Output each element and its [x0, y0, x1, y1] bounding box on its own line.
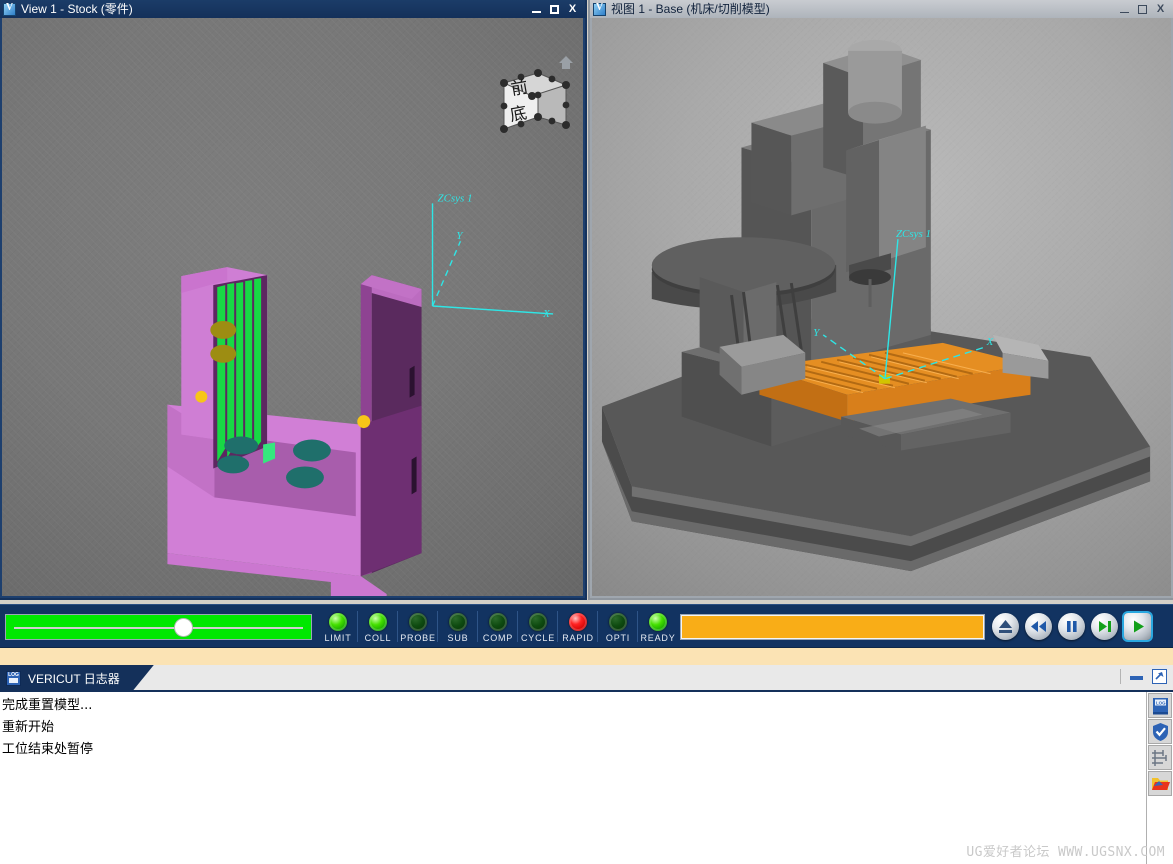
ready-label: READY: [640, 633, 676, 643]
log-book-icon: [6, 671, 21, 686]
sub-lamp-icon: [449, 613, 467, 631]
transport-controls: [992, 613, 1151, 640]
log-minimize-button[interactable]: [1130, 670, 1143, 683]
status-light-sub[interactable]: SUB: [437, 609, 478, 643]
window-buttons-stock: X: [531, 3, 583, 15]
titlebar-base[interactable]: 视图 1 - Base (机床/切削模型) X: [590, 0, 1173, 18]
log-button-separator: [1120, 669, 1121, 684]
tree-filter-button[interactable]: [1148, 745, 1172, 770]
status-light-rapid[interactable]: RAPID: [557, 609, 598, 643]
limit-label: LIMIT: [324, 633, 352, 643]
shield-check-icon: [1153, 723, 1168, 741]
status-light-cycle[interactable]: CYCLE: [517, 609, 558, 643]
coll-lamp-icon: [369, 613, 387, 631]
status-light-limit[interactable]: LIMIT: [318, 609, 358, 643]
log-tab[interactable]: VERICUT 日志器: [0, 665, 154, 692]
probe-lamp-icon: [409, 613, 427, 631]
csys-label-base: ZCsys 1: [896, 228, 931, 240]
ready-lamp-icon: [649, 613, 667, 631]
vericut-log-panel: VERICUT 日志器 完成重置模型... 重新开始 工位结束处暂停: [0, 665, 1173, 864]
reset-button[interactable]: [992, 613, 1019, 640]
stock-3d-scene: ZCsys 1 X Y: [167, 192, 554, 596]
limit-lamp-icon: [329, 613, 347, 631]
axis-x-label-base: X: [986, 336, 995, 348]
single-step-button[interactable]: [1091, 613, 1118, 640]
status-light-probe[interactable]: PROBE: [397, 609, 438, 643]
open-folder-button[interactable]: [1148, 771, 1172, 796]
log-side-toolbar: LOG: [1146, 692, 1173, 864]
log-tab-title: VERICUT 日志器: [28, 672, 120, 686]
view-window-stock[interactable]: View 1 - Stock (零件) X: [0, 0, 587, 600]
validation-shield-button[interactable]: [1148, 719, 1172, 744]
folder-open-icon: [1152, 778, 1170, 790]
log-book-icon: LOG: [1153, 698, 1168, 715]
axis-x-label-stock: X: [542, 308, 551, 320]
close-button-base[interactable]: X: [1155, 3, 1166, 15]
minimize-button-stock[interactable]: [531, 4, 542, 15]
machine-3d-scene: ZCsys 1 X Y: [601, 39, 1151, 572]
play-button[interactable]: [1124, 613, 1151, 640]
panel-separator-strip: [0, 648, 1173, 665]
opti-label: OPTI: [605, 633, 631, 643]
rewind-button[interactable]: [1025, 613, 1052, 640]
view-stock-title: View 1 - Stock (零件): [21, 2, 133, 16]
vericut-v-icon: [593, 2, 606, 16]
svg-text:LOG: LOG: [1156, 701, 1166, 706]
log-book-button[interactable]: LOG: [1148, 693, 1172, 718]
log-line: 重新开始: [2, 720, 55, 735]
status-light-opti[interactable]: OPTI: [597, 609, 638, 643]
vericut-application-window: View 1 - Stock (零件) X: [0, 0, 1173, 864]
titlebar-stock[interactable]: View 1 - Stock (零件) X: [0, 0, 585, 18]
status-light-coll[interactable]: COLL: [357, 609, 398, 643]
machine-status-lights: LIMIT COLL PROBE SUB COMP CYCLE RAPID OP…: [318, 609, 678, 645]
opti-lamp-icon: [609, 613, 627, 631]
slider-knob[interactable]: [174, 619, 192, 636]
tree-filter-icon: [1152, 750, 1167, 766]
simulation-speed-slider[interactable]: [5, 614, 312, 640]
status-light-comp[interactable]: COMP: [477, 609, 518, 643]
maximize-button-base[interactable]: [1137, 4, 1148, 15]
log-window-buttons: [1120, 669, 1167, 684]
coll-label: COLL: [364, 633, 392, 643]
vericut-v-icon: [3, 2, 16, 16]
probe-label: PROBE: [400, 633, 436, 643]
viewport-base[interactable]: ZCsys 1 X Y: [592, 18, 1171, 596]
forum-watermark: UG爱好者论坛 WWW.UGSNX.COM: [966, 845, 1165, 860]
comp-lamp-icon: [489, 613, 507, 631]
simulation-status-bar: LIMIT COLL PROBE SUB COMP CYCLE RAPID OP…: [0, 604, 1173, 648]
comp-label: COMP: [482, 633, 514, 643]
log-tab-bar: VERICUT 日志器: [0, 665, 1173, 692]
csys-label-stock: ZCsys 1: [438, 192, 473, 204]
log-line: 完成重置模型...: [2, 698, 93, 713]
viewport-stock[interactable]: 前 底 ZCsys 1 X Y: [2, 18, 583, 596]
pause-button[interactable]: [1058, 613, 1085, 640]
status-light-ready[interactable]: READY: [637, 609, 678, 643]
log-detach-button[interactable]: [1152, 669, 1167, 684]
axis-y-label-stock: Y: [456, 230, 464, 242]
progress-fill: [682, 616, 983, 638]
log-line: 工位结束处暂停: [2, 742, 94, 757]
cycle-label: CYCLE: [520, 633, 555, 643]
log-message-list[interactable]: 完成重置模型... 重新开始 工位结束处暂停: [0, 692, 1147, 864]
cycle-lamp-icon: [529, 613, 547, 631]
external-window-icon: [1155, 672, 1164, 680]
rapid-label: RAPID: [562, 633, 594, 643]
slider-track: [14, 627, 303, 629]
simulation-progress-bar: [680, 614, 985, 640]
window-buttons-base: X: [1119, 3, 1171, 15]
minimize-button-base[interactable]: [1119, 4, 1130, 15]
maximize-button-stock[interactable]: [549, 4, 560, 15]
sub-label: SUB: [447, 633, 469, 643]
close-button-stock[interactable]: X: [567, 3, 578, 15]
view-window-base[interactable]: 视图 1 - Base (机床/切削模型) X: [588, 0, 1173, 600]
view-base-title: 视图 1 - Base (机床/切削模型): [611, 2, 770, 16]
rapid-lamp-icon: [569, 613, 587, 631]
